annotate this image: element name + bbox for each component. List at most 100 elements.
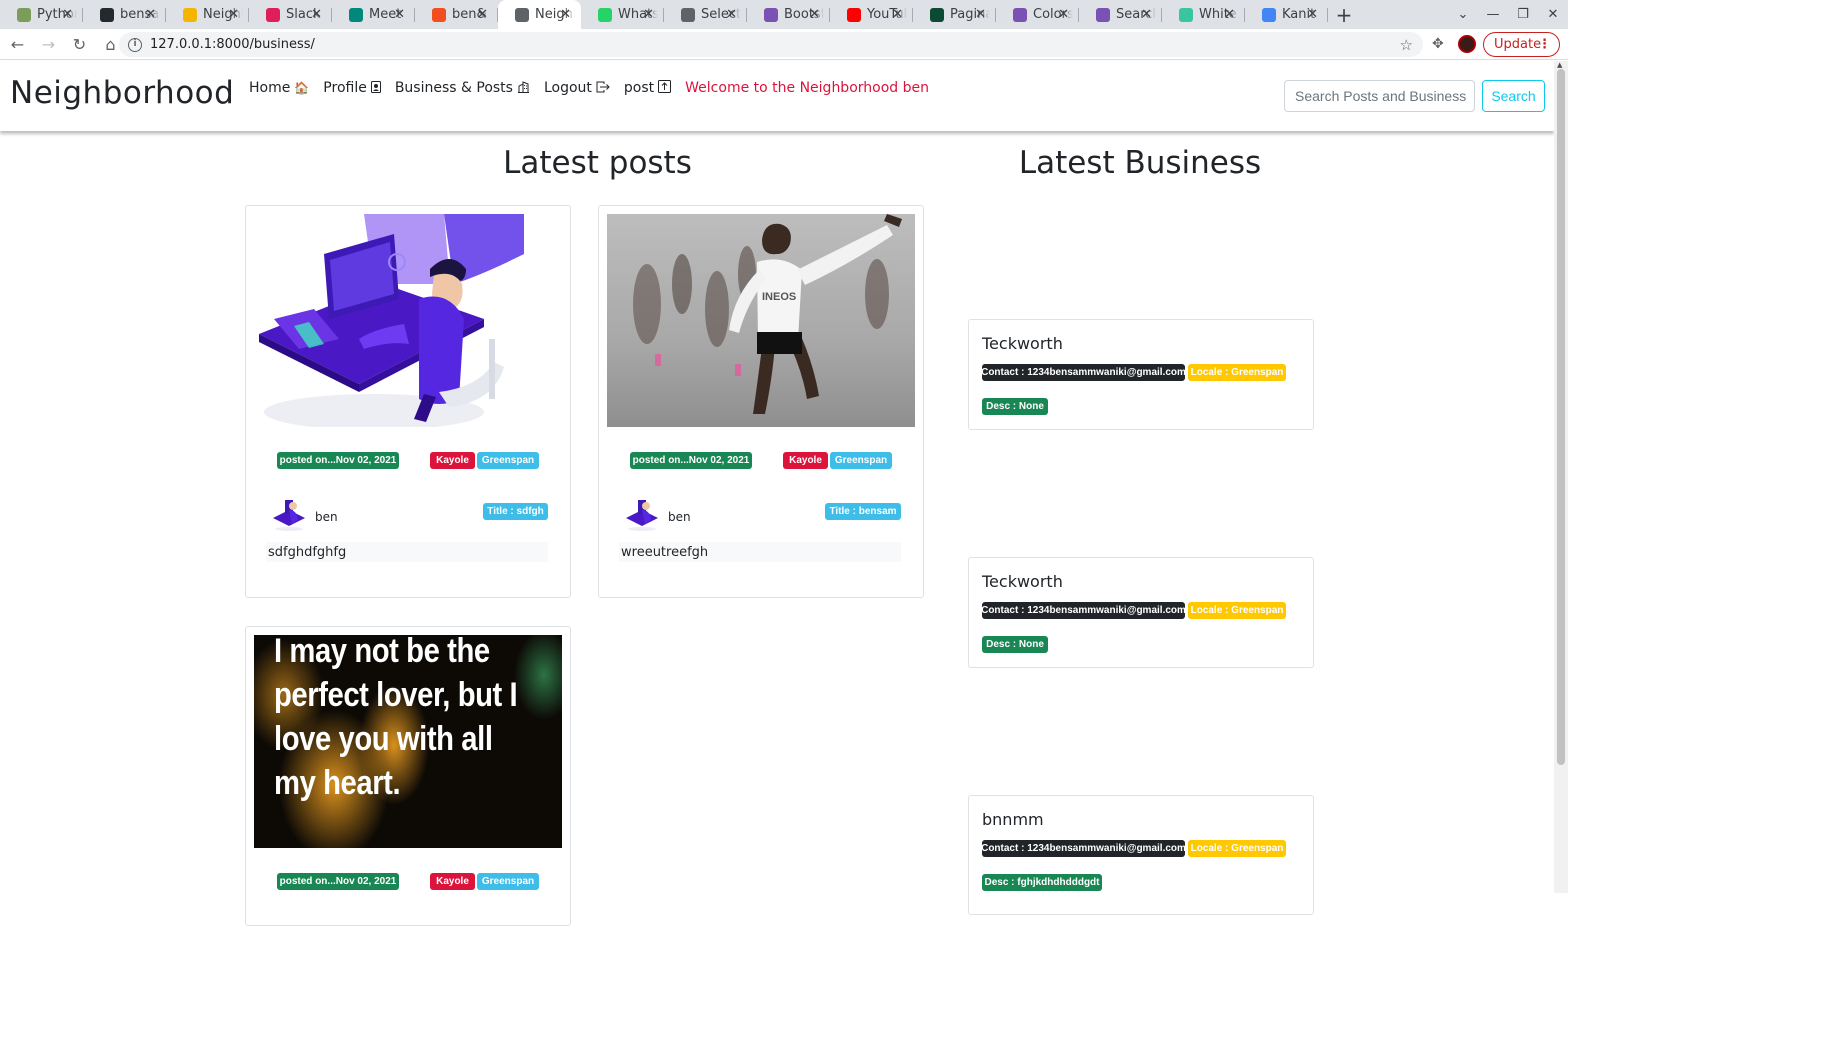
tab-close-icon[interactable]: ✕ [311, 7, 322, 22]
browser-toolbar: ← → ↻ ⌂ i 127.0.0.1:8000/business/ ☆ ✥ U… [0, 29, 1568, 60]
browser-tab[interactable]: WhatsApp✕ [581, 0, 664, 29]
page-scrollbar[interactable]: ▲ [1554, 61, 1568, 893]
extensions-puzzle-icon[interactable]: ✥ [1432, 36, 1444, 52]
tab-close-icon[interactable]: ✕ [145, 7, 156, 22]
tab-close-icon[interactable]: ✕ [809, 7, 820, 22]
post-locale-badge: Kayole [430, 873, 475, 890]
browser-tab[interactable]: Python✕ [0, 0, 83, 29]
tab-close-icon[interactable]: ✕ [1058, 7, 1069, 22]
django-favicon [930, 7, 944, 22]
post-card: INEOS posted on...Nov 02, 2021 Kayole Gr… [598, 205, 924, 598]
browser-tab[interactable]: YouTube✕ [830, 0, 913, 29]
box-arrow-right-icon [596, 81, 610, 96]
tab-close-icon[interactable]: ✕ [477, 7, 488, 22]
post-area-badge: Greenspan [830, 452, 892, 469]
welcome-message: Welcome to the Neighborhood ben [685, 80, 929, 96]
github-favicon [100, 7, 114, 22]
forward-icon[interactable]: → [35, 35, 62, 54]
browser-tab[interactable]: Pagination✕ [913, 0, 996, 29]
tab-close-icon[interactable]: ✕ [726, 7, 737, 22]
browser-tab[interactable]: Bootstrap✕ [747, 0, 830, 29]
browser-tab[interactable]: Colors ✕ [996, 0, 1079, 29]
window-controls: ⌄ — ❐ ✕ [1448, 0, 1568, 29]
building-icon [517, 80, 530, 96]
tab-list: Python✕bensam✕Neighborhood✕Slack✕Meet✕be… [0, 0, 1328, 29]
globe-favicon [681, 7, 695, 22]
tab-search-icon[interactable]: ⌄ [1448, 7, 1478, 22]
person-badge-icon [370, 80, 381, 96]
meet-favicon [349, 7, 363, 22]
search-button[interactable]: Search [1482, 80, 1545, 112]
browser-tab-strip: Python✕bensam✕Neighborhood✕Slack✕Meet✕be… [0, 0, 1568, 29]
tab-close-icon[interactable]: ✕ [643, 7, 654, 22]
update-button[interactable]: Update ⋮ [1483, 32, 1560, 57]
nav-home[interactable]: Home 🏠 [249, 80, 309, 96]
scrollbar-thumb[interactable] [1557, 69, 1565, 765]
python-favicon [17, 7, 31, 22]
new-tab-button[interactable]: + [1328, 3, 1360, 27]
site-navbar: Neighborhood Home 🏠 Profile Business & P… [0, 61, 1554, 131]
browser-tab[interactable]: Slack ✕ [249, 0, 332, 29]
browser-tab[interactable]: bensam✕ [83, 0, 166, 29]
tab-close-icon[interactable]: ✕ [394, 7, 405, 22]
author-name[interactable]: ben [315, 510, 338, 524]
tab-close-icon[interactable]: ✕ [892, 7, 903, 22]
restore-icon[interactable]: ❐ [1508, 7, 1538, 22]
bookmark-star-icon[interactable]: ☆ [1400, 36, 1413, 54]
globe-favicon [515, 7, 529, 22]
browser-tab[interactable]: ben& ✕ [415, 0, 498, 29]
tab-close-icon[interactable]: ✕ [1141, 7, 1152, 22]
business-locale-badge: Locale : Greenspan [1188, 364, 1286, 381]
nav-home-label: Home [249, 80, 291, 96]
youtube-favicon [847, 7, 861, 22]
kebab-menu-icon: ⋮ [1538, 37, 1551, 52]
post-image-runner[interactable]: INEOS [607, 214, 915, 427]
nav-post[interactable]: post [624, 80, 672, 96]
tab-close-icon[interactable]: ✕ [62, 7, 73, 22]
scroll-up-icon[interactable]: ▲ [1557, 61, 1562, 69]
post-image-isometric-desk[interactable] [254, 214, 562, 427]
reload-icon[interactable]: ↻ [66, 35, 93, 54]
browser-tab[interactable]: Neighborhood✕ [166, 0, 249, 29]
tab-close-icon[interactable]: ✕ [975, 7, 986, 22]
svg-text:INEOS: INEOS [762, 291, 796, 303]
back-icon[interactable]: ← [4, 35, 31, 54]
nav-logout[interactable]: Logout [544, 80, 610, 96]
profile-avatar[interactable] [1458, 35, 1476, 53]
post-title-badge: Title : bensam [825, 503, 901, 520]
brand-logo[interactable]: Neighborhood [10, 75, 234, 111]
author-avatar [271, 496, 307, 532]
quote-text: I may not be the perfect lover, but I lo… [274, 635, 518, 802]
minimize-icon[interactable]: — [1478, 7, 1508, 22]
browser-tab[interactable]: Kanit ✕ [1245, 0, 1328, 29]
business-name: bnnmm [982, 810, 1044, 829]
tab-close-icon[interactable]: ✕ [1307, 7, 1318, 22]
site-info-icon[interactable]: i [128, 37, 142, 52]
author-name[interactable]: ben [668, 510, 691, 524]
tab-close-icon[interactable]: ✕ [228, 7, 239, 22]
post-area-badge: Greenspan [477, 452, 539, 469]
browser-tab[interactable]: Search✕ [1079, 0, 1162, 29]
browser-tab[interactable]: Select ✕ [664, 0, 747, 29]
close-window-icon[interactable]: ✕ [1538, 7, 1568, 22]
tab-close-icon[interactable]: ✕ [560, 7, 571, 22]
bootstrap-favicon [1096, 7, 1110, 22]
post-image-quote[interactable]: I may not be the perfect lover, but I lo… [254, 635, 562, 848]
browser-tab[interactable]: White ✕ [1162, 0, 1245, 29]
address-bar[interactable]: i 127.0.0.1:8000/business/ ☆ [119, 32, 1423, 57]
nav-profile[interactable]: Profile [323, 80, 381, 96]
d-favicon [1179, 7, 1193, 22]
tab-close-icon[interactable]: ✕ [1224, 7, 1235, 22]
post-date-badge: posted on...Nov 02, 2021 [277, 873, 399, 890]
nav-profile-label: Profile [323, 80, 367, 96]
nav-business-posts[interactable]: Business & Posts [395, 80, 530, 96]
search-input[interactable]: Search Posts and Business [1284, 80, 1475, 112]
browser-tab[interactable]: Neighborhood✕ [498, 0, 581, 29]
post-title-badge: Title : sdfgh [483, 503, 548, 520]
url-text[interactable]: 127.0.0.1:8000/business/ [150, 37, 315, 52]
browser-tab[interactable]: Meet ✕ [332, 0, 415, 29]
business-locale-badge: Locale : Greenspan [1188, 602, 1286, 619]
business-card: Teckworth Contact : 1234bensammwaniki@gm… [968, 557, 1314, 668]
post-body-text: wreeutreefgh [619, 542, 901, 562]
business-card: Teckworth Contact : 1234bensammwaniki@gm… [968, 319, 1314, 430]
